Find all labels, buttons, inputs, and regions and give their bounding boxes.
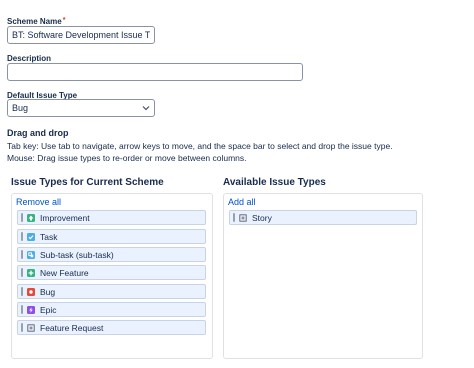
required-marker: * [62,17,66,24]
feature-request-icon [27,323,35,332]
bug-icon [27,287,35,296]
new-feature-icon [27,268,35,277]
scheme-name-label: Scheme Name* [7,17,65,26]
drag-handle-icon[interactable] [21,287,23,296]
issue-type-label: Task [40,231,58,242]
scheme-name-label-text: Scheme Name [7,17,62,26]
drag-handle-icon[interactable] [21,250,23,259]
drag-handle-icon[interactable] [21,232,23,241]
issue-type-item-epic[interactable]: Epic [17,302,206,317]
issue-type-label: Epic [40,304,57,315]
epic-icon [27,305,35,314]
issue-type-item-feature-request[interactable]: Feature Request [17,320,206,335]
subtask-icon [27,250,35,259]
drag-handle-icon[interactable] [233,213,235,222]
chevron-down-icon [142,106,150,111]
add-all-link[interactable]: Add all [228,197,256,207]
improvement-icon [27,213,35,222]
drag-drop-title: Drag and drop [7,128,69,138]
issue-type-label: Sub-task (sub-task) [40,249,114,260]
available-types-heading: Available Issue Types [223,177,326,188]
remove-all-link[interactable]: Remove all [16,197,61,207]
issue-type-label: New Feature [40,267,89,278]
drag-handle-icon[interactable] [21,305,23,314]
drag-drop-help-keyboard: Tab key: Use tab to navigate, arrow keys… [7,141,393,151]
issue-type-label: Improvement [40,212,90,223]
issue-type-item-story[interactable]: Story [229,210,417,225]
description-label: Description [7,54,52,63]
task-icon [27,232,35,241]
issue-type-item-new-feature[interactable]: New Feature [17,265,206,280]
drag-handle-icon[interactable] [21,323,23,332]
scheme-name-input[interactable] [7,26,155,44]
drag-drop-help-mouse: Mouse: Drag issue types to re-order or m… [7,153,247,163]
default-issue-type-select[interactable]: Bug [7,99,155,117]
issue-type-item-task[interactable]: Task [17,229,206,244]
current-scheme-heading: Issue Types for Current Scheme [11,177,164,188]
issue-type-label: Bug [40,286,56,297]
issue-type-item-subtask[interactable]: Sub-task (sub-task) [17,247,206,262]
drag-handle-icon[interactable] [21,268,23,277]
issue-type-label: Story [252,212,272,223]
issue-type-item-bug[interactable]: Bug [17,284,206,299]
story-icon [239,213,247,222]
issue-type-label: Feature Request [40,322,104,333]
issue-type-item-improvement[interactable]: Improvement [17,210,206,225]
drag-handle-icon[interactable] [21,213,23,222]
description-input[interactable] [7,63,303,81]
default-issue-type-value: Bug [12,103,29,113]
